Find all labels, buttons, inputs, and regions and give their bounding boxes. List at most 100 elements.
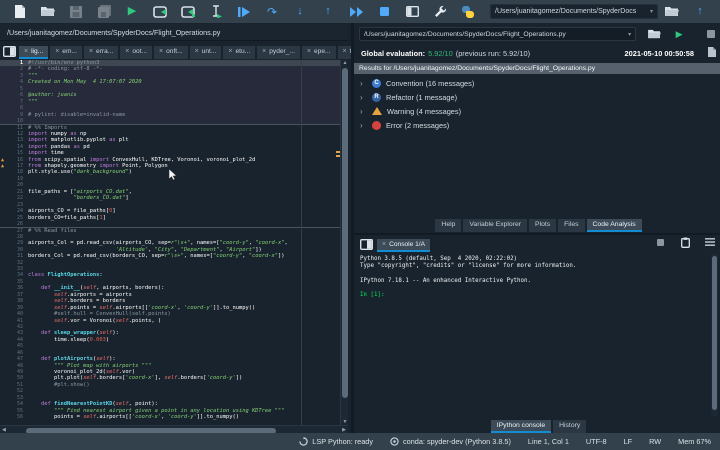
close-icon[interactable]: × [24,48,28,55]
expand-chevron-icon[interactable]: › [360,107,372,116]
analysis-results-tree: › C Convention (16 messages) › R Refactor (1 … [354,76,720,132]
step-into-icon[interactable]: ↓ [293,4,308,19]
analysis-toolbar: /Users/juanitagomez/Documents/SpyderDocs… [354,24,720,44]
cursor-position-status: Line 1, Col 1 [527,437,569,446]
parent-directory-icon[interactable]: ↑ [693,4,708,19]
panel-tab[interactable]: Plots [529,219,557,232]
category-label: Error (2 messages) [386,120,450,130]
editor-tab-label: oot... [132,48,148,55]
warning-flag-marker[interactable] [336,151,340,153]
console-stop-icon[interactable] [653,235,667,249]
results-header-text: Results for /Users/juanitagomez/Document… [359,65,596,72]
editor-tab[interactable]: × unt... [189,46,222,59]
continue-icon[interactable] [349,4,364,19]
console-line: IPython 7.18.1 -- An enhanced Interactiv… [360,277,532,284]
console-line: Type "copyright", "credits" or "license"… [360,263,577,270]
ipython-console-output[interactable]: Python 3.8.5 (default, Sep 4 2020, 02:22… [354,252,720,418]
editor-tab[interactable]: × lig... [19,46,49,59]
editor-tab[interactable]: × oot... [120,46,153,59]
analysis-stop-icon[interactable] [704,27,718,41]
code-line[interactable]: 56 points = self.airports[['coord-x', 'c… [0,414,348,420]
analysis-category-row[interactable]: › C Convention (16 messages) [354,76,720,90]
close-icon[interactable]: × [228,48,232,55]
category-icon: C [372,78,381,88]
analysis-output-icon[interactable] [708,47,716,59]
panel-tab[interactable]: Files [558,219,585,232]
expand-chevron-icon[interactable]: › [360,93,372,102]
editor-tab-label: unt... [201,48,217,55]
expand-chevron-icon[interactable]: › [360,121,372,130]
stop-icon[interactable] [377,4,392,19]
console-vscroll-thumb[interactable] [712,256,717,410]
analysis-file-combobox[interactable]: /Users/juanitagomez/Documents/SpyderDocs… [359,27,637,41]
working-directory-combobox[interactable]: /Users/juanitagomez/Documents/SpyderDocs… [490,4,658,19]
console-panel-tab[interactable]: History [553,420,587,433]
close-icon[interactable]: × [125,48,129,55]
editor-tab[interactable]: × etu... [223,46,256,59]
run-cell-icon[interactable] [153,4,168,19]
console-panel-tab[interactable]: IPython console [490,420,552,433]
save-all-icon[interactable] [97,4,112,19]
editor-vertical-scrollbar[interactable]: ▲ ▼ [336,60,349,425]
preferences-wrench-icon[interactable] [433,4,448,19]
editor-tab[interactable]: × onft... [154,46,188,59]
code-editor[interactable]: 1 #!/usr/bin/env python3 2 # -*- coding: ut… [0,60,348,425]
category-label: Convention (16 messages) [386,78,475,88]
step-out-icon[interactable]: ↑ [321,4,336,19]
editor-tab[interactable]: × erra... [83,46,119,59]
rerun-icon[interactable]: ↷ [265,4,280,19]
conda-env-status[interactable]: conda: spyder-dev (Python 3.8.5) [390,437,511,446]
editor-tab-label: erra... [96,48,114,55]
close-icon[interactable]: × [195,48,199,55]
maximize-pane-icon[interactable] [405,4,420,19]
close-icon[interactable]: × [307,48,311,55]
analysis-browse-file-icon[interactable] [647,27,661,41]
editor-tab-label: etu... [235,48,251,55]
readwrite-status: RW [649,437,662,446]
console-prompt[interactable]: In [1]: [360,292,720,299]
close-icon[interactable]: × [159,48,163,55]
console-vertical-scrollbar[interactable] [711,254,718,416]
global-evaluation-row: Global evaluation: 5.92/10 (previous run… [354,45,720,61]
editor-file-path: /Users/juanitagomez/Documents/SpyderDocs… [0,24,348,41]
editor-tab[interactable]: × epe... [301,46,336,59]
editor-tab[interactable]: × pyder_... [257,46,300,59]
console-tab-bar: × Console 1/A [354,233,720,252]
debug-icon[interactable] [237,4,252,19]
close-icon[interactable]: × [382,241,386,248]
expand-chevron-icon[interactable]: › [360,79,372,88]
new-file-icon[interactable] [13,4,28,19]
run-icon[interactable]: ▶ [125,4,140,19]
analysis-category-row[interactable]: › Error (2 messages) [354,118,720,132]
run-cell-advance-icon[interactable] [181,4,196,19]
console-tab[interactable]: × Console 1/A [377,239,431,252]
scroll-up-arrow-icon[interactable]: ▲ [341,60,349,66]
code-text: points = self.airports[['coord-x', 'coor… [28,414,240,421]
console-browse-tabs-icon[interactable] [358,238,374,251]
browse-directory-icon[interactable] [665,4,680,19]
console-options-menu-icon[interactable] [703,235,717,249]
save-icon[interactable] [69,4,84,19]
panel-tab[interactable]: Variable Explorer [463,219,528,232]
editor-vscroll-thumb[interactable] [342,68,348,398]
close-icon[interactable]: × [89,48,93,55]
editor-tab-label: epe... [314,48,331,55]
close-icon[interactable]: × [262,48,266,55]
panel-tab[interactable]: Code Analysis [586,219,642,232]
close-icon[interactable]: × [343,48,347,55]
editor-tab-bar: × lig... × em... × erra... × oot... × onft... × unt… [0,42,382,59]
close-icon[interactable]: × [55,48,59,55]
run-selection-icon[interactable] [209,4,224,19]
analysis-category-row[interactable]: › R Refactor (1 message) [354,90,720,104]
open-file-icon[interactable] [41,4,56,19]
warning-flag-marker[interactable] [336,155,340,157]
browse-tabs-icon[interactable] [3,45,16,58]
editor-tab-label: pyder_... [269,48,295,55]
panel-tab[interactable]: Help [435,219,462,232]
analysis-run-icon[interactable]: ▶ [672,27,686,41]
analysis-category-row[interactable]: › Warning (4 messages) [354,104,720,118]
chevron-down-icon: ▾ [628,31,632,38]
editor-tab[interactable]: × em... [50,46,82,59]
console-clipboard-icon[interactable] [678,235,692,249]
